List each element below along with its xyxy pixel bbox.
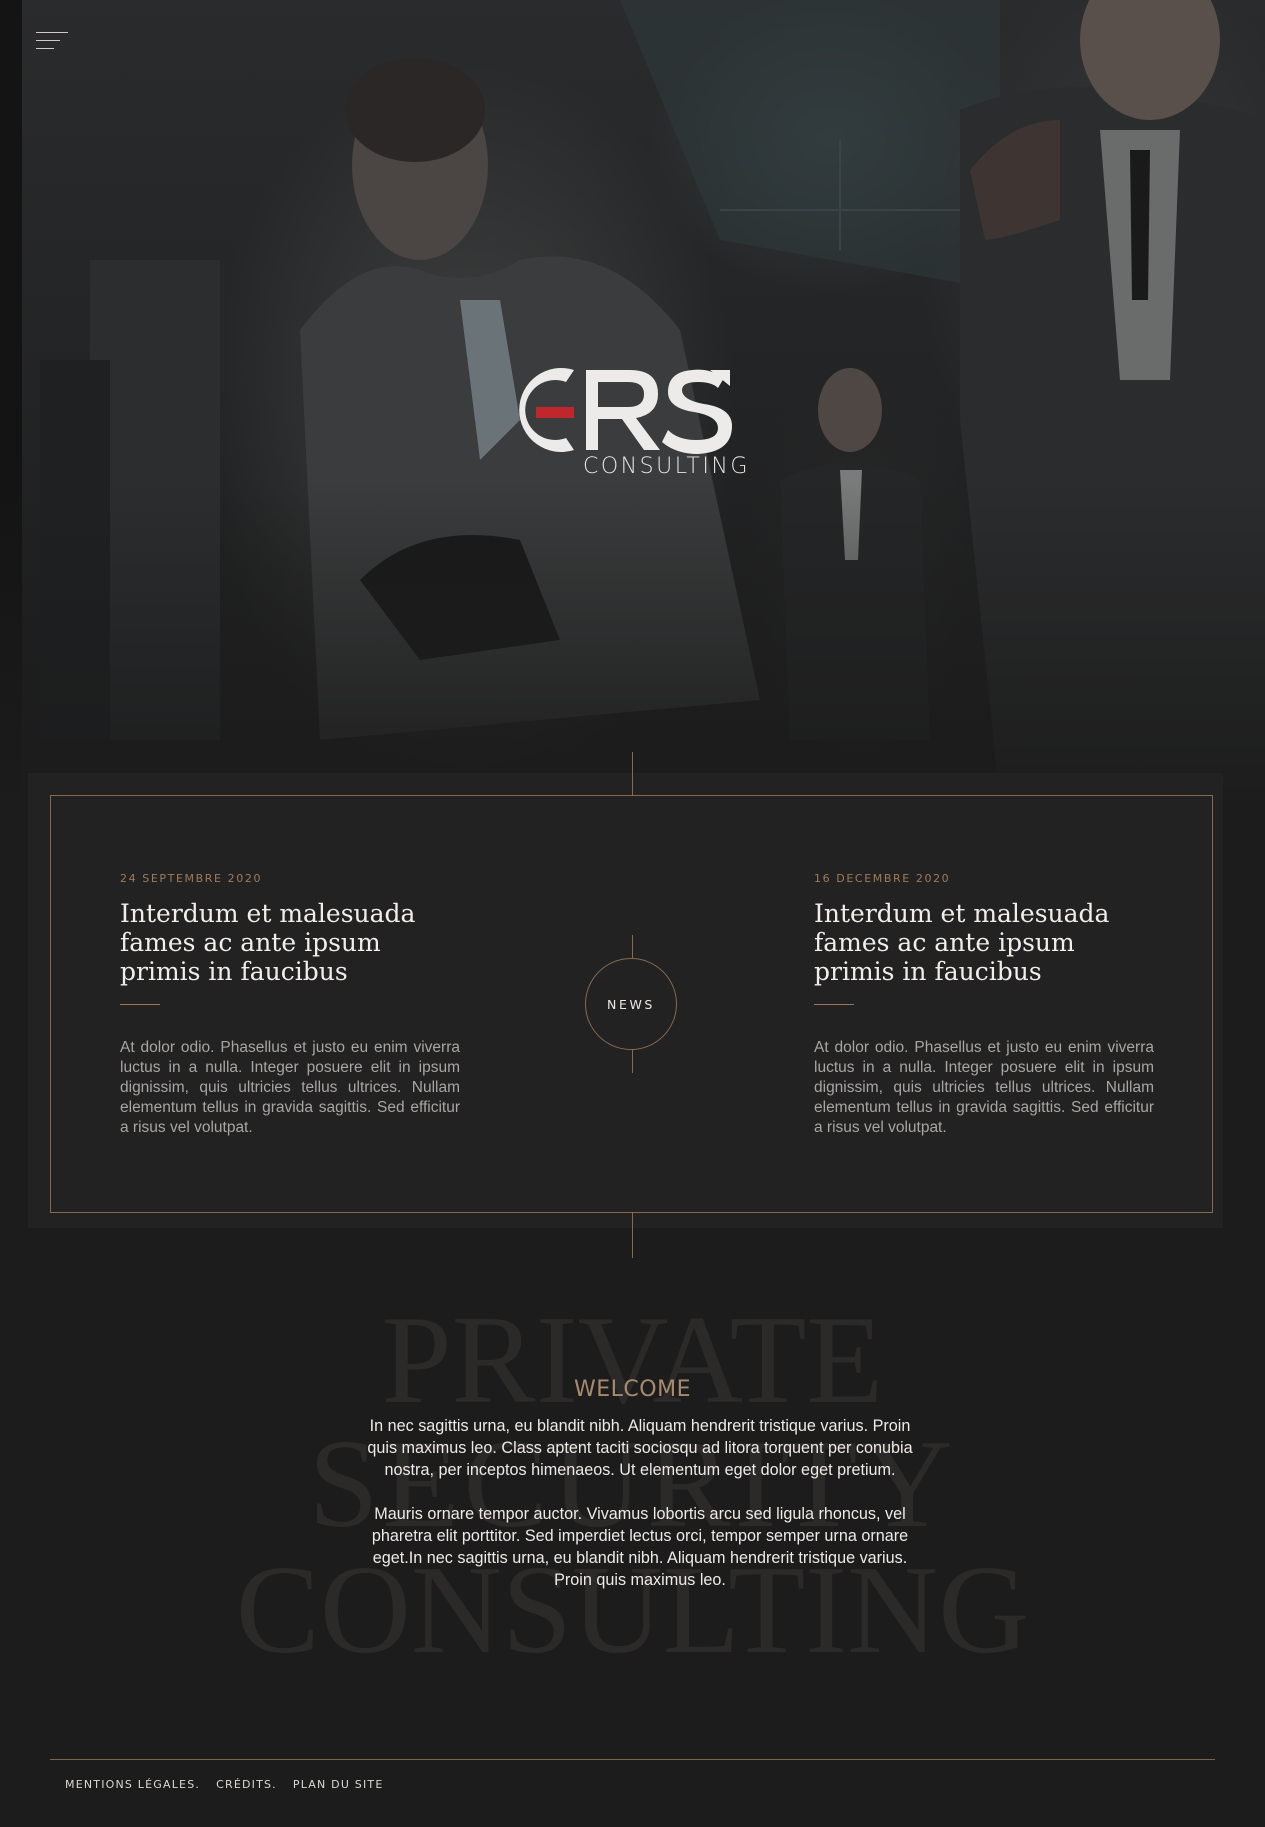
footer-link-credits[interactable]: CRÉDITS. <box>216 1778 277 1791</box>
article-title[interactable]: Interdum et malesuada fames ac ante ipsu… <box>120 899 460 986</box>
news-article-2[interactable]: 16 DECEMBRE 2020 Interdum et malesuada f… <box>814 872 1154 1138</box>
footer-nav: MENTIONS LÉGALES. CRÉDITS. PLAN DU SITE <box>65 1778 383 1791</box>
article-divider <box>120 1004 160 1005</box>
welcome-title: WELCOME <box>574 1377 691 1402</box>
divider-line-badge-top <box>632 935 633 958</box>
divider-line-top <box>632 752 633 796</box>
article-excerpt: At dolor odio. Phasellus et justo eu eni… <box>120 1039 460 1136</box>
divider-line-bottom <box>632 1213 633 1258</box>
article-divider <box>814 1004 854 1005</box>
news-badge-label: NEWS <box>607 996 655 1012</box>
footer-divider <box>50 1759 1215 1760</box>
footer-link-plan-du-site[interactable]: PLAN DU SITE <box>293 1778 384 1791</box>
article-excerpt: At dolor odio. Phasellus et justo eu eni… <box>814 1039 1154 1136</box>
logo-red-bar <box>536 407 574 418</box>
welcome-paragraph-1: In nec sagittis urna, eu blandit nibh. A… <box>367 1417 913 1479</box>
welcome-paragraph-2: Mauris ornare tempor auctor. Vivamus lob… <box>371 1505 909 1589</box>
footer-link-mentions-legales[interactable]: MENTIONS LÉGALES. <box>65 1778 200 1791</box>
news-badge[interactable]: NEWS <box>585 958 677 1050</box>
news-article-1[interactable]: 24 SEPTEMBRE 2020 Interdum et malesuada … <box>120 872 460 1138</box>
background-word-private: PRIVATE <box>381 1291 884 1430</box>
hero-section: CONSULTING <box>0 0 1265 800</box>
article-title[interactable]: Interdum et malesuada fames ac ante ipsu… <box>814 899 1154 986</box>
hamburger-menu-icon[interactable] <box>36 32 68 54</box>
logo-subtitle: CONSULTING <box>583 454 750 479</box>
divider-line-badge-bottom <box>632 1050 633 1073</box>
article-date: 16 DECEMBRE 2020 <box>814 872 951 885</box>
article-date: 24 SEPTEMBRE 2020 <box>120 872 263 885</box>
